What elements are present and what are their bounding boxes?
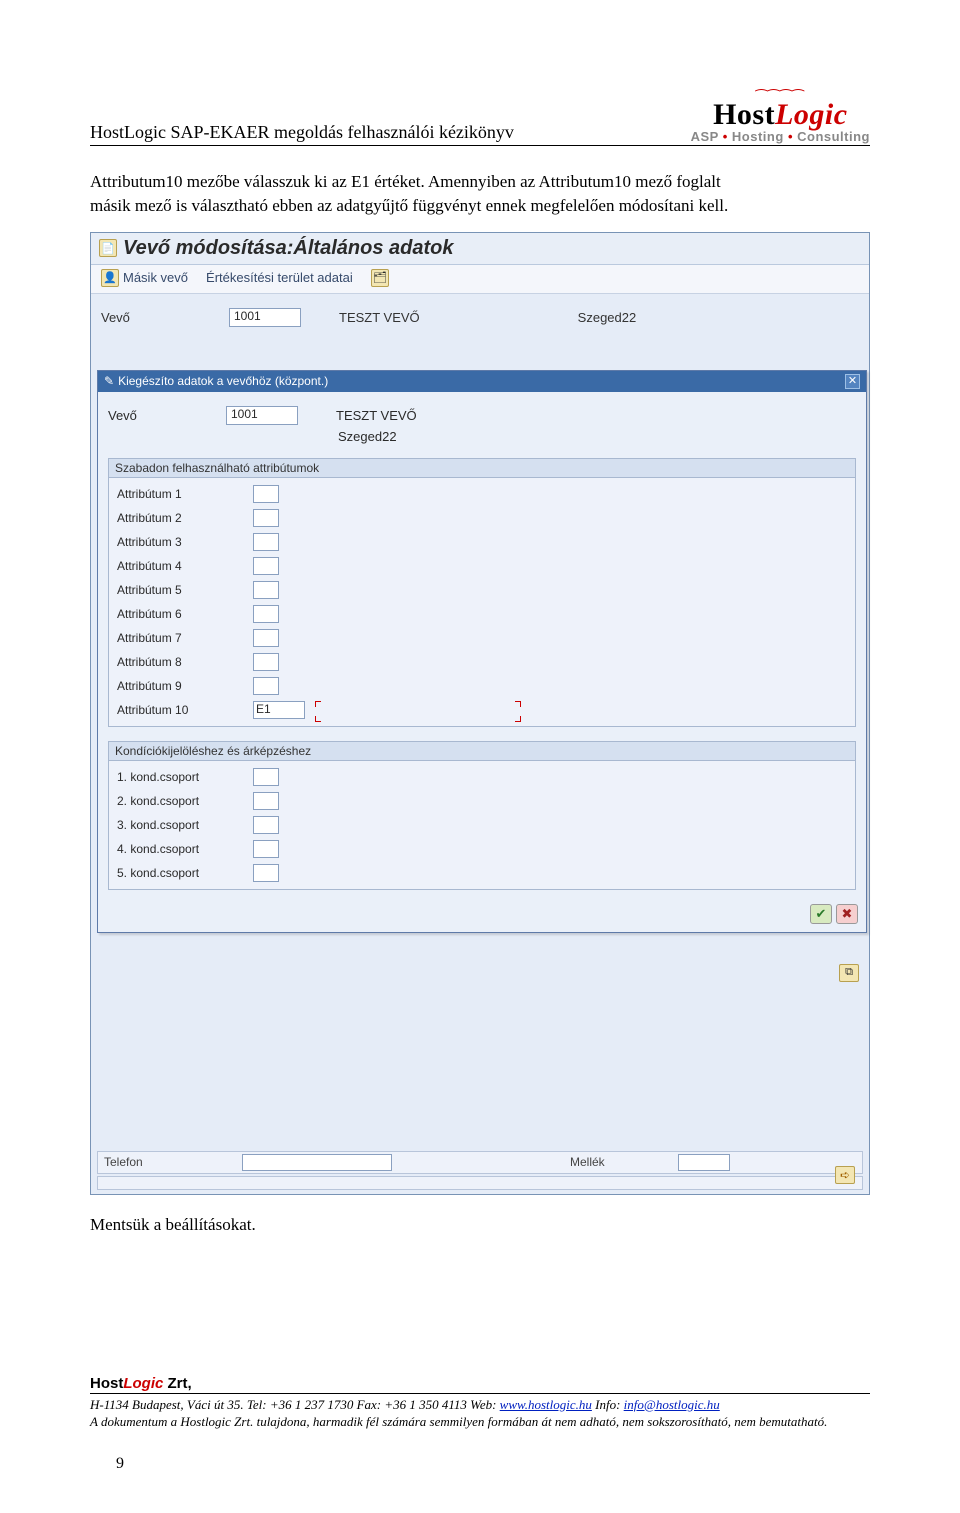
attr-row-5: Attribútum 5 bbox=[117, 578, 847, 602]
telefon-row: Telefon Mellék ➪ bbox=[97, 1151, 863, 1174]
telefon-input[interactable] bbox=[242, 1154, 392, 1171]
page-header: HostLogic SAP-EKAER megoldás felhasználó… bbox=[90, 90, 870, 146]
attr-row-2: Attribútum 2 bbox=[117, 506, 847, 530]
search-help-bracket-tl bbox=[315, 701, 321, 707]
attributes-group-body: Attribútum 1 Attribútum 2 Attribútum 3 A… bbox=[109, 478, 855, 726]
dialog-close-button[interactable]: ✕ bbox=[845, 374, 860, 389]
doc-title: HostLogic SAP-EKAER megoldás felhasználó… bbox=[90, 122, 514, 143]
condition-group: Kondíciókijelöléshez és árképzéshez 1. k… bbox=[108, 741, 856, 890]
logo-host-text: Host bbox=[713, 98, 775, 131]
attributes-group: Szabadon felhasználható attribútumok Att… bbox=[108, 458, 856, 727]
sales-area-button[interactable]: Értékesítési terület adatai bbox=[206, 270, 353, 285]
sap-subtoolbar: 👤 Másik vevő Értékesítési terület adatai… bbox=[91, 265, 869, 294]
dialog-cancel-button[interactable]: ✖ bbox=[836, 904, 858, 924]
document-page: HostLogic SAP-EKAER megoldás felhasználó… bbox=[0, 0, 960, 1513]
footer-email-link[interactable]: info@hostlogic.hu bbox=[624, 1397, 720, 1412]
attr-row-8: Attribútum 8 bbox=[117, 650, 847, 674]
attr-1-input[interactable] bbox=[253, 485, 279, 503]
dlg-customer-city: Szeged22 bbox=[338, 429, 397, 444]
intro-paragraph: Attributum10 mezőbe válasszuk ki az E1 é… bbox=[90, 170, 870, 218]
kond-row-3: 3. kond.csoport bbox=[117, 813, 847, 837]
attr-row-7: Attribútum 7 bbox=[117, 626, 847, 650]
other-customer-button[interactable]: 👤 Másik vevő bbox=[101, 269, 188, 287]
attr-5-input[interactable] bbox=[253, 581, 279, 599]
sap-window-title: Vevő módosítása:Általános adatok bbox=[123, 237, 453, 260]
dialog-accept-button[interactable]: ✔ bbox=[810, 904, 832, 924]
attr-row-1: Attribútum 1 bbox=[117, 482, 847, 506]
mellek-input[interactable] bbox=[678, 1154, 730, 1171]
dialog-title-text: Kiegészíto adatok a vevőhöz (központ.) bbox=[114, 374, 845, 388]
kond-5-input[interactable] bbox=[253, 864, 279, 882]
dialog-footer: ✔ ✖ bbox=[98, 898, 866, 932]
attr-7-input[interactable] bbox=[253, 629, 279, 647]
save-instruction: Mentsük a beállításokat. bbox=[90, 1215, 870, 1235]
mellek-label: Mellék bbox=[570, 1155, 670, 1169]
kond-row-4: 4. kond.csoport bbox=[117, 837, 847, 861]
sap-main-area: Vevő 1001 TESZT VEVŐ Szeged22 artner ⧉ ⧉… bbox=[91, 294, 869, 1194]
attr-9-input[interactable] bbox=[253, 677, 279, 695]
attr-row-10: Attribútum 10 E1 bbox=[117, 698, 847, 722]
search-help-bracket-tr bbox=[515, 701, 521, 707]
kond-3-input[interactable] bbox=[253, 816, 279, 834]
attr-row-6: Attribútum 6 bbox=[117, 602, 847, 626]
additional-data-dialog: ✎ Kiegészíto adatok a vevőhöz (központ.)… bbox=[97, 370, 867, 933]
attr-row-4: Attribútum 4 bbox=[117, 554, 847, 578]
footer-logic: Logic bbox=[123, 1375, 163, 1392]
new-customer-icon: 👤 bbox=[101, 269, 119, 287]
condition-group-title: Kondíciókijelöléshez és árképzéshez bbox=[109, 742, 855, 761]
attr-row-9: Attribútum 9 bbox=[117, 674, 847, 698]
partial-row bbox=[97, 1176, 863, 1190]
side-expand-icon-2[interactable]: ⧉ bbox=[839, 964, 859, 982]
kond-row-5: 5. kond.csoport bbox=[117, 861, 847, 885]
page-number: 9 bbox=[116, 1455, 870, 1473]
footer-disclaimer: A dokumentum a Hostlogic Zrt. tulajdona,… bbox=[90, 1414, 827, 1429]
document-icon[interactable]: 📄 bbox=[99, 239, 117, 257]
search-help-bracket-br bbox=[515, 716, 521, 722]
footer-suffix: Zrt, bbox=[163, 1375, 191, 1392]
dialog-body: Vevő 1001 TESZT VEVŐ Szeged22 Szabadon f… bbox=[98, 392, 866, 898]
condition-group-body: 1. kond.csoport 2. kond.csoport 3. kond.… bbox=[109, 761, 855, 889]
attr-2-input[interactable] bbox=[253, 509, 279, 527]
dlg-customer-id-input[interactable]: 1001 bbox=[226, 406, 298, 425]
kond-4-input[interactable] bbox=[253, 840, 279, 858]
attr-4-input[interactable] bbox=[253, 557, 279, 575]
footer-host: Host bbox=[90, 1375, 123, 1392]
telefon-label: Telefon bbox=[104, 1155, 234, 1169]
dlg-customer-label: Vevő bbox=[108, 408, 218, 423]
toolbar-general-icon[interactable]: 🗂 bbox=[371, 269, 389, 287]
more-phone-icon[interactable]: ➪ bbox=[835, 1166, 855, 1184]
attr-6-input[interactable] bbox=[253, 605, 279, 623]
kond-row-2: 2. kond.csoport bbox=[117, 789, 847, 813]
dialog-city-row: Szeged22 bbox=[108, 429, 856, 444]
attr-3-input[interactable] bbox=[253, 533, 279, 551]
sap-window: 📄 Vevő módosítása:Általános adatok 👤 Más… bbox=[90, 232, 870, 1195]
dialog-title-icon: ✎ bbox=[104, 374, 114, 388]
footer-web-link[interactable]: www.hostlogic.hu bbox=[500, 1397, 592, 1412]
search-help-bracket-bl bbox=[315, 716, 321, 722]
customer-city-text: Szeged22 bbox=[578, 310, 637, 325]
attr-row-3: Attribútum 3 bbox=[117, 530, 847, 554]
logo-logic-text: Logic bbox=[775, 98, 847, 131]
kond-1-input[interactable] bbox=[253, 768, 279, 786]
dialog-titlebar: ✎ Kiegészíto adatok a vevőhöz (központ.)… bbox=[98, 371, 866, 392]
customer-name-text: TESZT VEVŐ bbox=[339, 310, 420, 325]
sap-titlebar: 📄 Vevő módosítása:Általános adatok bbox=[91, 233, 869, 265]
page-footer: HostLogic Zrt, H-1134 Budapest, Váci út … bbox=[90, 1375, 870, 1473]
company-logo: ⁀⁀⁀⁀ HostLogic ASP • Hosting • Consultin… bbox=[691, 90, 870, 143]
footer-address: H-1134 Budapest, Váci út 35. Tel: +36 1 … bbox=[90, 1397, 500, 1412]
attr-8-input[interactable] bbox=[253, 653, 279, 671]
kond-2-input[interactable] bbox=[253, 792, 279, 810]
logo-tagline: ASP • Hosting • Consulting bbox=[691, 130, 870, 143]
dlg-customer-name: TESZT VEVŐ bbox=[336, 408, 417, 423]
attributes-group-title: Szabadon felhasználható attribútumok bbox=[109, 459, 855, 478]
background-bottom-area: Telefon Mellék ➪ bbox=[97, 1149, 863, 1190]
customer-label: Vevő bbox=[101, 310, 221, 325]
attr-10-input[interactable]: E1 bbox=[253, 701, 305, 719]
footer-line: H-1134 Budapest, Váci út 35. Tel: +36 1 … bbox=[90, 1393, 870, 1431]
customer-id-input[interactable]: 1001 bbox=[229, 308, 301, 327]
footer-info-prefix: Info: bbox=[595, 1397, 624, 1412]
dialog-customer-row: Vevő 1001 TESZT VEVŐ bbox=[108, 406, 856, 425]
kond-row-1: 1. kond.csoport bbox=[117, 765, 847, 789]
customer-header-row: Vevő 1001 TESZT VEVŐ Szeged22 bbox=[101, 308, 859, 327]
